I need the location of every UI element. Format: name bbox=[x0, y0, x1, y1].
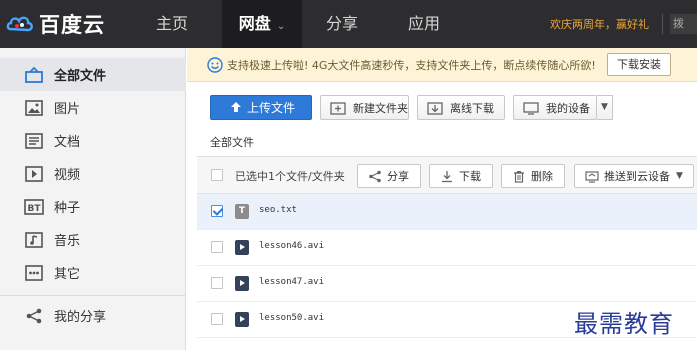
file-name[interactable]: lesson46.avi bbox=[259, 241, 324, 251]
offline-download-button[interactable]: 离线下载 bbox=[417, 95, 505, 120]
sidebar-divider bbox=[0, 295, 186, 296]
caret-down-icon: ▼ bbox=[601, 102, 608, 112]
file-checkbox[interactable] bbox=[211, 241, 223, 253]
top-navigation-bar: 百度云 主页 网盘 ⌄ 分享 应用 欢庆两周年，赢好礼 拨 bbox=[0, 0, 697, 48]
sidebar-item-label: 视频 bbox=[54, 168, 81, 183]
new-folder-icon bbox=[329, 101, 347, 115]
bt-icon: BT bbox=[24, 197, 44, 217]
new-folder-label: 新建文件夹 bbox=[353, 101, 408, 115]
push-device-icon bbox=[585, 169, 599, 183]
share-icon bbox=[368, 169, 382, 183]
download-label: 下载 bbox=[459, 170, 481, 183]
nav-home[interactable]: 主页 bbox=[140, 0, 204, 48]
smile-icon bbox=[207, 56, 223, 73]
selection-toolbar: 已选中1个文件/文件夹 分享 下载 删除 推送到云设备 ▼ bbox=[197, 156, 697, 194]
svg-text:BT: BT bbox=[28, 204, 42, 214]
document-icon bbox=[24, 131, 44, 151]
share-icon bbox=[24, 306, 44, 326]
promo-link[interactable]: 欢庆两周年，赢好礼 bbox=[550, 16, 649, 32]
nav-home-label: 主页 bbox=[155, 14, 188, 33]
sidebar-item-label: 全部文件 bbox=[54, 69, 107, 84]
file-name[interactable]: seo.txt bbox=[259, 205, 297, 215]
sidebar-item-label: 文档 bbox=[54, 135, 81, 150]
text-file-icon: T bbox=[235, 204, 249, 219]
new-folder-button[interactable]: 新建文件夹 bbox=[320, 95, 409, 120]
breadcrumb[interactable]: 全部文件 bbox=[210, 134, 254, 150]
sidebar-item-label: 音乐 bbox=[54, 234, 81, 249]
sidebar-item-label: 我的分享 bbox=[54, 310, 107, 325]
my-devices-dropdown[interactable]: ▼ bbox=[597, 95, 613, 120]
cloud-paw-logo-icon bbox=[6, 16, 33, 32]
caret-down-icon: ▼ bbox=[676, 171, 683, 181]
header-right-partial[interactable]: 拨 bbox=[670, 14, 697, 34]
file-row[interactable]: lesson46.avi bbox=[197, 230, 697, 266]
my-devices-button[interactable]: 我的设备 bbox=[513, 95, 597, 120]
file-row[interactable]: lesson47.avi bbox=[197, 266, 697, 302]
nav-apps-label: 应用 bbox=[407, 14, 440, 33]
download-button[interactable]: 下载 bbox=[429, 164, 493, 188]
header-divider bbox=[662, 14, 663, 34]
sidebar-item-label: 种子 bbox=[54, 201, 81, 216]
download-install-button[interactable]: 下载安装 bbox=[607, 53, 671, 76]
nav-share-label: 分享 bbox=[325, 14, 358, 33]
video-icon bbox=[24, 164, 44, 184]
sidebar: 全部文件 图片 文档 视频 BT 种子 音乐 其它 我的分享 bbox=[0, 48, 186, 350]
upload-file-label: 上传文件 bbox=[247, 101, 296, 115]
offline-download-icon bbox=[426, 101, 444, 115]
trash-icon bbox=[512, 169, 526, 183]
sidebar-item-documents[interactable]: 文档 bbox=[0, 124, 186, 157]
share-button[interactable]: 分享 bbox=[357, 164, 421, 188]
sidebar-item-videos[interactable]: 视频 bbox=[0, 157, 186, 190]
cloud-tray-icon bbox=[24, 65, 44, 85]
delete-label: 删除 bbox=[531, 170, 553, 183]
device-icon bbox=[522, 101, 540, 115]
sidebar-item-other[interactable]: 其它 bbox=[0, 256, 186, 289]
select-all-checkbox[interactable] bbox=[211, 169, 223, 181]
file-name[interactable]: lesson50.avi bbox=[259, 313, 324, 323]
video-file-icon bbox=[235, 276, 249, 291]
sidebar-item-my-shares[interactable]: 我的分享 bbox=[0, 299, 186, 332]
music-icon bbox=[24, 230, 44, 250]
logo-text: 百度云 bbox=[39, 13, 105, 37]
nav-netdisk-label: 网盘 bbox=[238, 14, 271, 33]
nav-netdisk[interactable]: 网盘 ⌄ bbox=[222, 0, 302, 48]
image-icon bbox=[24, 98, 44, 118]
sidebar-item-torrents[interactable]: BT 种子 bbox=[0, 190, 186, 223]
upload-arrow-icon bbox=[227, 101, 245, 115]
more-icon bbox=[24, 263, 44, 283]
share-label: 分享 bbox=[387, 170, 409, 183]
baidu-cloud-logo[interactable]: 百度云 bbox=[6, 10, 105, 38]
offline-download-label: 离线下载 bbox=[450, 101, 494, 115]
nav-apps[interactable]: 应用 bbox=[392, 0, 456, 48]
file-name[interactable]: lesson47.avi bbox=[259, 277, 324, 287]
watermark-text: 最需教育 bbox=[574, 310, 674, 338]
nav-share[interactable]: 分享 bbox=[310, 0, 374, 48]
delete-button[interactable]: 删除 bbox=[501, 164, 565, 188]
selection-count-text: 已选中1个文件/文件夹 bbox=[235, 170, 345, 183]
chevron-down-icon: ⌄ bbox=[276, 21, 286, 32]
file-checkbox[interactable] bbox=[211, 205, 223, 217]
my-devices-label: 我的设备 bbox=[546, 101, 590, 115]
upload-file-button[interactable]: 上传文件 bbox=[210, 95, 312, 120]
file-checkbox[interactable] bbox=[211, 313, 223, 325]
file-checkbox[interactable] bbox=[211, 277, 223, 289]
file-row[interactable]: T seo.txt bbox=[197, 194, 697, 230]
notice-text: 支持极速上传啦! 4G大文件高速秒传，支持文件夹上传，断点续传随心所欲! bbox=[227, 58, 596, 72]
sidebar-item-music[interactable]: 音乐 bbox=[0, 223, 186, 256]
video-file-icon bbox=[235, 240, 249, 255]
sidebar-item-all-files[interactable]: 全部文件 bbox=[0, 58, 186, 91]
push-to-cloud-device-button[interactable]: 推送到云设备 ▼ bbox=[574, 164, 694, 188]
sidebar-item-images[interactable]: 图片 bbox=[0, 91, 186, 124]
video-file-icon bbox=[235, 312, 249, 327]
sidebar-item-label: 其它 bbox=[54, 267, 81, 282]
sidebar-item-label: 图片 bbox=[54, 102, 81, 117]
download-icon bbox=[440, 169, 454, 183]
push-to-cloud-device-label: 推送到云设备 bbox=[604, 170, 670, 183]
